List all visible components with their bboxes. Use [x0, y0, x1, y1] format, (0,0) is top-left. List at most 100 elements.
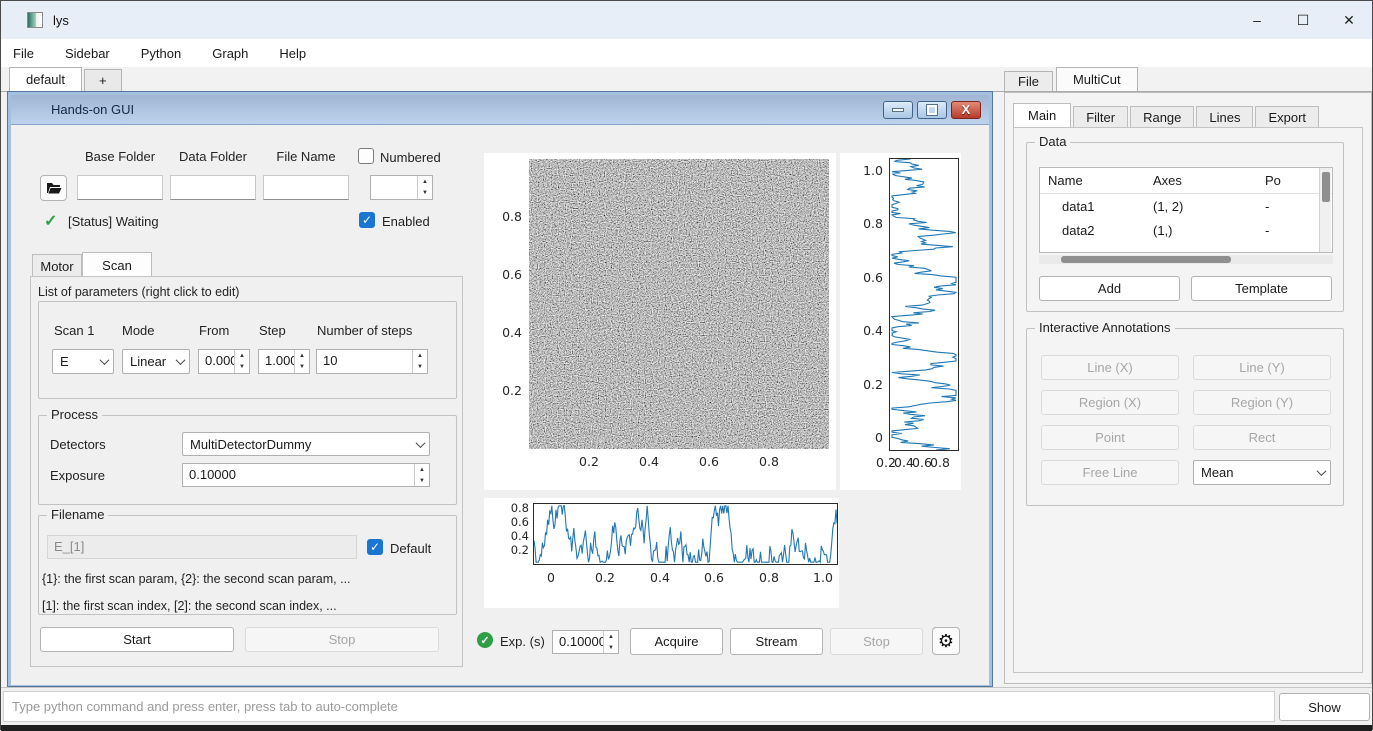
side-ytick: 0 [853, 430, 883, 445]
data-table-header: Name Axes Po [1040, 168, 1332, 194]
line-y-button[interactable]: Line (Y) [1193, 355, 1331, 380]
acquire-button[interactable]: Acquire [630, 628, 723, 655]
data-folder-label: Data Folder [170, 149, 256, 164]
show-button[interactable]: Show [1279, 693, 1370, 721]
bottom-xtick: 0.4 [643, 570, 677, 585]
open-folder-button[interactable] [40, 175, 67, 201]
base-folder-input[interactable] [77, 175, 163, 200]
table-row[interactable]: data2 (1,) - [1040, 218, 1332, 242]
point-button[interactable]: Point [1041, 425, 1179, 450]
rect-button[interactable]: Rect [1193, 425, 1331, 450]
menu-file[interactable]: File [11, 44, 36, 63]
bottom-xtick: 0.8 [752, 570, 786, 585]
tab-row: default + File MultiCut [1, 67, 1372, 91]
mean-select[interactable]: Mean [1193, 460, 1331, 485]
tab-motor[interactable]: Motor [32, 254, 82, 277]
numbered-spinbox[interactable]: ▲▼ [370, 175, 433, 200]
side-plot-canvas[interactable] [889, 158, 959, 451]
tab-range[interactable]: Range [1130, 106, 1194, 127]
side-ytick: 1.0 [853, 163, 883, 178]
tab-export[interactable]: Export [1255, 106, 1319, 127]
tab-scan[interactable]: Scan [82, 252, 152, 277]
file-name-input[interactable] [263, 175, 349, 200]
spin-buttons[interactable]: ▲▼ [417, 176, 432, 199]
enabled-checkbox[interactable] [359, 212, 375, 228]
workspace-tab-add[interactable]: + [84, 69, 122, 91]
detector-image-canvas[interactable] [529, 159, 829, 449]
acquire-ok-icon: ✓ [477, 632, 493, 648]
python-command-input[interactable] [3, 691, 1275, 722]
from-spinbox[interactable]: 0.000 ▲▼ [198, 349, 250, 374]
data-table[interactable]: Name Axes Po data1 (1, 2) - data2 (1,) - [1039, 167, 1333, 253]
spin-buttons[interactable]: ▲▼ [414, 464, 429, 486]
line-x-button[interactable]: Line (X) [1041, 355, 1179, 380]
filename-input[interactable]: E_[1] [47, 535, 357, 559]
multicut-panel: Main Filter Range Lines Export Data Name… [1004, 92, 1372, 684]
main-ytick: 0.6 [492, 267, 522, 282]
number-of-steps-spinbox[interactable]: 10 ▲▼ [316, 349, 428, 374]
menu-python[interactable]: Python [139, 44, 183, 63]
numbered-checkbox[interactable] [358, 148, 374, 164]
main-ytick: 0.4 [492, 325, 522, 340]
stream-button[interactable]: Stream [730, 628, 823, 655]
exposure-label: Exposure [50, 468, 105, 483]
side-plot-panel: 1.0 0.8 0.6 0.4 0.2 0 0.2 0.4 0.6 0.8 [840, 153, 961, 490]
hands-on-gui-content: Base Folder Data Folder File Name Number… [11, 125, 989, 685]
mdi-minimize-button[interactable] [883, 101, 913, 119]
exp-spinbox[interactable]: 0.10000 ▲▼ [552, 630, 619, 654]
add-button[interactable]: Add [1039, 276, 1180, 301]
app-icon [27, 12, 43, 28]
sidebar-tab-multicut[interactable]: MultiCut [1056, 67, 1138, 91]
spin-buttons[interactable]: ▲▼ [412, 350, 427, 373]
close-button[interactable]: ✕ [1326, 1, 1372, 39]
exposure-spinbox[interactable]: 0.10000 ▲▼ [182, 463, 430, 487]
sidebar-tab-file[interactable]: File [1004, 71, 1053, 91]
bottom-plot-canvas[interactable] [533, 503, 838, 565]
mdi-maximize-button[interactable] [917, 101, 947, 119]
maximize-button[interactable]: ☐ [1280, 1, 1326, 39]
chevron-down-icon [171, 358, 189, 365]
steps-header: Number of steps [317, 323, 412, 338]
region-y-button[interactable]: Region (Y) [1193, 390, 1331, 415]
start-button[interactable]: Start [40, 627, 234, 652]
window-controls: – ☐ ✕ [1234, 1, 1372, 39]
scan1-select[interactable]: E [52, 349, 114, 374]
tab-filter[interactable]: Filter [1073, 106, 1128, 127]
spin-buttons[interactable]: ▲▼ [294, 350, 309, 373]
acquire-stop-button[interactable]: Stop [830, 628, 923, 655]
menu-graph[interactable]: Graph [210, 44, 250, 63]
minimize-button[interactable]: – [1234, 1, 1280, 39]
base-folder-label: Base Folder [77, 149, 163, 164]
main-xtick: 0.2 [569, 454, 609, 469]
table-row[interactable]: data1 (1, 2) - [1040, 194, 1332, 218]
tab-lines[interactable]: Lines [1196, 106, 1253, 127]
detectors-select[interactable]: MultiDetectorDummy [182, 432, 430, 456]
default-label: Default [390, 541, 431, 556]
data-folder-input[interactable] [170, 175, 256, 200]
hands-on-gui-titlebar[interactable]: Hands-on GUI X [11, 95, 989, 125]
app-title: lys [53, 13, 69, 28]
stop-button[interactable]: Stop [245, 627, 439, 652]
file-name-label: File Name [263, 149, 349, 164]
mdi-close-button[interactable]: X [951, 101, 981, 119]
settings-button[interactable]: ⚙ [932, 627, 960, 655]
spin-buttons[interactable]: ▲▼ [603, 631, 618, 653]
template-button[interactable]: Template [1191, 276, 1332, 301]
menu-sidebar[interactable]: Sidebar [63, 44, 112, 63]
free-line-button[interactable]: Free Line [1041, 460, 1179, 485]
default-checkbox[interactable] [367, 539, 383, 555]
bottom-xtick: 0.2 [588, 570, 622, 585]
hands-on-gui-controls: X [883, 101, 981, 119]
chevron-down-icon [95, 358, 113, 365]
tab-main[interactable]: Main [1013, 103, 1071, 127]
mode-select[interactable]: Linear [122, 349, 190, 374]
filename-help-2: [1]: the first scan index, [2]: the seco… [42, 599, 337, 613]
region-x-button[interactable]: Region (X) [1041, 390, 1179, 415]
step-spinbox[interactable]: 1.000 ▲▼ [258, 349, 310, 374]
spin-buttons[interactable]: ▲▼ [234, 350, 249, 373]
table-vertical-scrollbar[interactable] [1319, 168, 1331, 252]
table-horizontal-scrollbar[interactable] [1039, 255, 1333, 264]
close-icon: X [962, 103, 971, 116]
workspace-tab-default[interactable]: default [9, 67, 82, 91]
menu-help[interactable]: Help [277, 44, 308, 63]
